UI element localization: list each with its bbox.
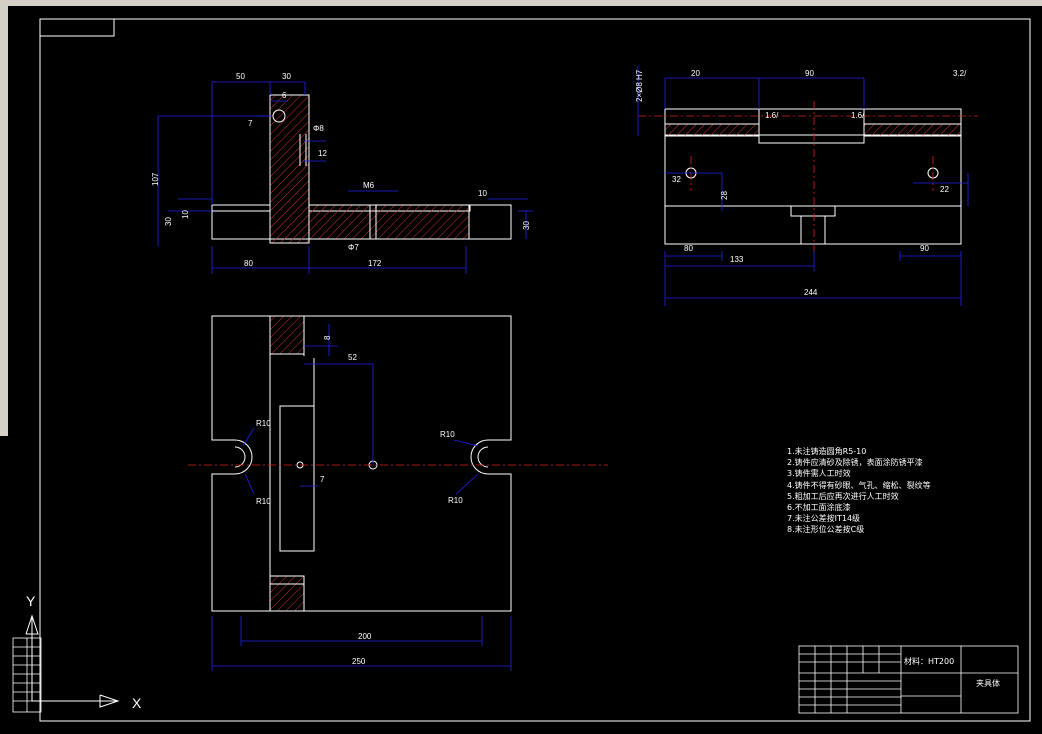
dim-front-10b: 10 (478, 189, 487, 198)
note-item: 5.粗加工后应再次进行人工时效 (787, 491, 899, 501)
dim-front-30: 30 (282, 72, 291, 81)
title-block-material: 材料：HT200 (904, 657, 955, 666)
dim-side-22: 22 (940, 185, 949, 194)
dim-side-244: 244 (804, 288, 818, 297)
note-item: 7.未注公差按IT14级 (787, 514, 861, 524)
title-block-title: 夹具体 (976, 679, 1000, 688)
rough-side-2: 1.6/ (851, 111, 865, 120)
dim-plan-52: 52 (348, 353, 357, 362)
dim-front-80: 80 (244, 259, 253, 268)
rough-side-other: 3.2/ (953, 69, 967, 78)
dim-front-6: 6 (282, 91, 287, 100)
dim-front-172: 172 (368, 259, 382, 268)
note-item: 8.未注形位公差按C级 (787, 525, 865, 535)
side-view (664, 108, 962, 245)
dim-front-7: 7 (248, 119, 253, 128)
dim-front-30b: 30 (164, 217, 173, 226)
note-item: 6.不加工面涂底漆 (787, 503, 851, 513)
front-view-dims (157, 81, 533, 274)
dim-plan-200: 200 (358, 632, 372, 641)
note-item: 3.铸件需人工时效 (787, 469, 851, 479)
dim-front-phi7: Φ7 (348, 243, 359, 252)
plan-view-labels: 52 7 R10 R10 R10 R10 200 250 8 (256, 335, 463, 666)
dim-front-10: 10 (181, 210, 190, 219)
dim-plan-250: 250 (352, 657, 366, 666)
plan-view (211, 315, 512, 612)
dim-side-133: 133 (730, 255, 744, 264)
drawing-canvas[interactable]: 50 30 6 7 Φ8 12 107 30 10 80 172 10 30 M… (8, 6, 1042, 729)
dim-front-m6: M6 (363, 181, 375, 190)
rough-side-1: 1.6/ (765, 111, 779, 120)
dim-side-20: 20 (691, 69, 700, 78)
ucs-y-label: Y (26, 593, 36, 609)
dim-side-90b: 90 (920, 244, 929, 253)
sheet-label-box (39, 18, 115, 37)
dim-plan-top: 8 (323, 335, 332, 340)
dim-side-32: 32 (672, 175, 681, 184)
dim-plan-r10a: R10 (256, 419, 271, 428)
dim-side-90: 90 (805, 69, 814, 78)
note-item: 4.铸件不得有砂眼、气孔、缩松、裂纹等 (787, 480, 931, 490)
dim-plan-7: 7 (320, 475, 325, 484)
dim-front-50: 50 (236, 72, 245, 81)
note-item: 2.铸件应清砂及除锈，表面涂防锈平漆 (787, 458, 923, 468)
dim-plan-r10d: R10 (448, 496, 463, 505)
ucs-x-label: X (132, 695, 142, 711)
dim-front-107: 107 (151, 172, 160, 186)
dim-side-80: 80 (684, 244, 693, 253)
side-view-dims (637, 66, 969, 306)
notes-block: 1.未注铸造圆角R5-10 2.铸件应清砂及除锈，表面涂防锈平漆 3.铸件需人工… (787, 446, 931, 536)
cad-drawing: 50 30 6 7 Φ8 12 107 30 10 80 172 10 30 M… (12, 18, 1031, 722)
dim-front-30c: 30 (522, 221, 531, 230)
dim-plan-r10c: R10 (440, 430, 455, 439)
dim-side-28: 28 (720, 191, 729, 200)
dim-front-12: 12 (318, 149, 327, 158)
note-item: 1.未注铸造圆角R5-10 (787, 447, 867, 456)
dim-side-holes: 2×Ø8 H7 (635, 69, 644, 102)
front-view (211, 94, 512, 244)
dim-front-phi8: Φ8 (313, 124, 324, 133)
dim-plan-r10b: R10 (256, 497, 271, 506)
